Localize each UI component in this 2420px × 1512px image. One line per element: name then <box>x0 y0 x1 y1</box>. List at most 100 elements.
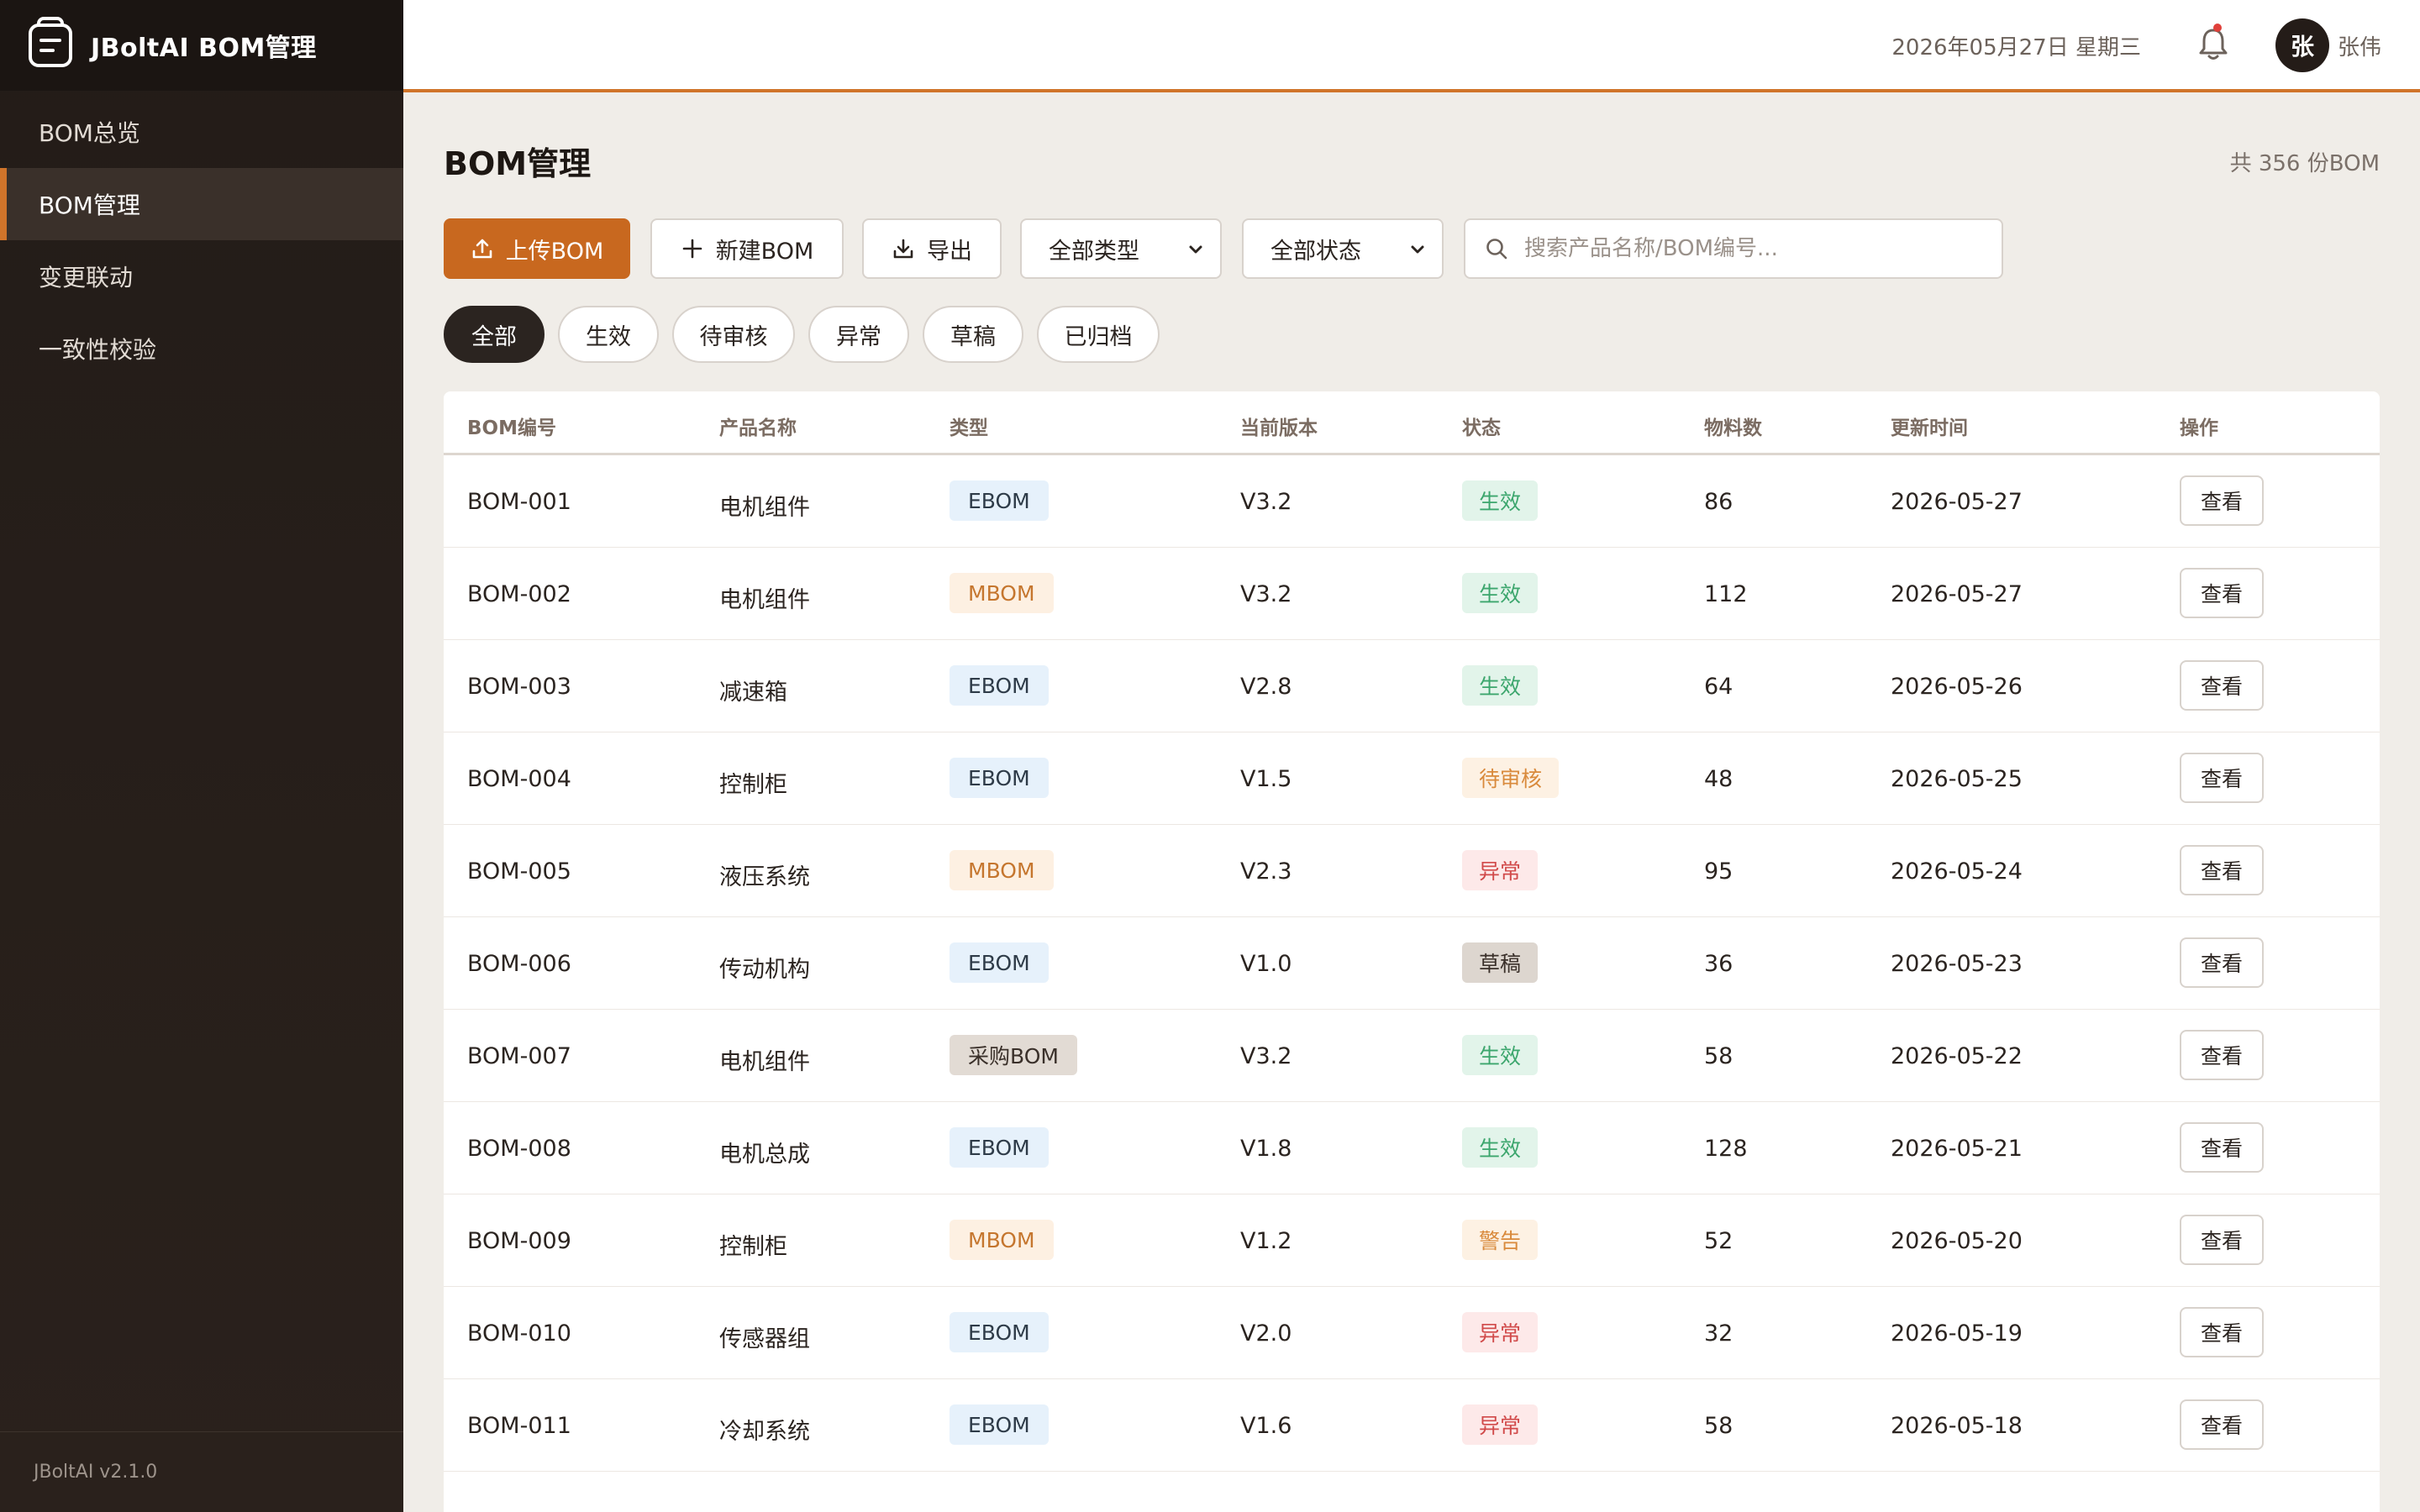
export-button[interactable]: 导出 <box>862 218 1002 279</box>
bell-icon[interactable] <box>2196 25 2230 62</box>
type-badge: EBOM <box>950 665 1049 706</box>
col-type: 类型 <box>950 417 988 439</box>
cell-product-name: 控制柜 <box>719 772 787 798</box>
cell-bom-id: BOM-011 <box>467 1413 571 1439</box>
export-label: 导出 <box>927 238 972 265</box>
cell-version: V1.0 <box>1240 951 1292 977</box>
search-icon <box>1486 239 1507 260</box>
bom-table: BOM编号 产品名称 类型 当前版本 状态 物料数 更新时间 操作 BOM-00… <box>444 391 2380 1512</box>
upload-bom-button[interactable]: 上传BOM <box>444 218 630 279</box>
view-button[interactable]: 查看 <box>2180 753 2264 803</box>
cell-bom-id: BOM-010 <box>467 1320 571 1347</box>
top-header: 2026年05月27日 星期三 张 张伟 <box>403 0 2420 92</box>
status-badge: 生效 <box>1462 1035 1539 1075</box>
col-status: 状态 <box>1462 417 1501 439</box>
cell-material-count: 58 <box>1704 1043 1733 1069</box>
type-badge: MBOM <box>950 1220 1054 1260</box>
status-badge: 警告 <box>1462 1220 1539 1260</box>
status-badge: 异常 <box>1462 850 1539 890</box>
search-box <box>1464 218 2003 279</box>
table-row: BOM-002 电机组件 MBOM V3.2 生效 112 2026-05-27 查看 <box>444 548 2380 640</box>
current-date: 2026年05月27日 星期三 <box>1891 35 2141 60</box>
view-button[interactable]: 查看 <box>2180 1399 2264 1450</box>
cell-version: V3.2 <box>1240 581 1292 607</box>
cell-material-count: 64 <box>1704 674 1733 700</box>
view-button[interactable]: 查看 <box>2180 1030 2264 1080</box>
filter-chip-active[interactable]: 生效 <box>558 306 659 363</box>
status-select[interactable]: 全部状态 <box>1242 218 1444 279</box>
status-select-value: 全部状态 <box>1270 238 1361 265</box>
status-badge: 生效 <box>1462 480 1539 521</box>
cell-material-count: 52 <box>1704 1228 1733 1254</box>
view-button[interactable]: 查看 <box>2180 475 2264 526</box>
view-button[interactable]: 查看 <box>2180 660 2264 711</box>
sidebar: JBoltAI BOM管理 BOM总览 BOM管理 变更联动 一致性校验 JBo… <box>0 0 403 1512</box>
notification-dot <box>2213 24 2222 32</box>
sidebar-item-consistency-check[interactable]: 一致性校验 <box>0 312 403 385</box>
cell-material-count: 95 <box>1704 858 1733 885</box>
filter-chip-pending[interactable]: 待审核 <box>672 306 795 363</box>
search-input[interactable] <box>1524 236 1995 261</box>
status-badge: 生效 <box>1462 665 1539 706</box>
cell-version: V1.6 <box>1240 1413 1292 1439</box>
cell-bom-id: BOM-009 <box>467 1228 571 1254</box>
view-button[interactable]: 查看 <box>2180 937 2264 988</box>
filter-chip-all[interactable]: 全部 <box>444 306 544 363</box>
table-row: BOM-008 电机总成 EBOM V1.8 生效 128 2026-05-21 查看 <box>444 1102 2380 1194</box>
cell-product-name: 冷却系统 <box>719 1419 810 1445</box>
cell-updated-time: 2026-05-24 <box>1891 858 2023 885</box>
cell-version: V2.0 <box>1240 1320 1292 1347</box>
view-button[interactable]: 查看 <box>2180 1215 2264 1265</box>
cell-product-name: 传动机构 <box>719 957 810 983</box>
cell-material-count: 128 <box>1704 1136 1748 1162</box>
brand-title: JBoltAI BOM管理 <box>91 34 317 63</box>
cell-product-name: 电机组件 <box>719 495 810 521</box>
chevron-down-icon <box>1189 245 1202 254</box>
cell-product-name: 电机组件 <box>719 1049 810 1075</box>
page-title: BOM管理 <box>444 145 592 182</box>
type-badge: 采购BOM <box>950 1035 1077 1075</box>
filter-chip-error[interactable]: 异常 <box>808 306 909 363</box>
plus-icon <box>682 239 702 259</box>
filter-chip-draft[interactable]: 草稿 <box>923 306 1023 363</box>
type-select[interactable]: 全部类型 <box>1020 218 1222 279</box>
sidebar-item-change-linkage[interactable]: 变更联动 <box>0 240 403 312</box>
table-row: BOM-001 电机组件 EBOM V3.2 生效 86 2026-05-27 查看 <box>444 455 2380 548</box>
upload-bom-label: 上传BOM <box>505 238 604 265</box>
brand: JBoltAI BOM管理 <box>0 0 403 91</box>
table-row: BOM-003 减速箱 EBOM V2.8 生效 64 2026-05-26 查看 <box>444 640 2380 732</box>
cell-material-count: 86 <box>1704 489 1733 515</box>
cell-version: V3.2 <box>1240 489 1292 515</box>
view-button[interactable]: 查看 <box>2180 1307 2264 1357</box>
inbox-icon <box>29 17 72 67</box>
cell-bom-id: BOM-001 <box>467 489 571 515</box>
cell-version: V2.8 <box>1240 674 1292 700</box>
download-icon <box>893 239 913 259</box>
type-select-value: 全部类型 <box>1049 238 1139 265</box>
type-badge: MBOM <box>950 573 1054 613</box>
view-button[interactable]: 查看 <box>2180 568 2264 618</box>
cell-bom-id: BOM-003 <box>467 674 571 700</box>
new-bom-button[interactable]: 新建BOM <box>650 218 844 279</box>
sidebar-item-bom-management[interactable]: BOM管理 <box>0 168 403 240</box>
view-button[interactable]: 查看 <box>2180 845 2264 895</box>
status-badge: 生效 <box>1462 1127 1539 1168</box>
new-bom-label: 新建BOM <box>715 238 814 265</box>
avatar[interactable]: 张 <box>2275 18 2329 72</box>
col-bom-id: BOM编号 <box>467 417 556 439</box>
cell-updated-time: 2026-05-23 <box>1891 951 2023 977</box>
sidebar-item-bom-overview[interactable]: BOM总览 <box>0 96 403 168</box>
cell-updated-time: 2026-05-22 <box>1891 1043 2023 1069</box>
cell-version: V1.5 <box>1240 766 1292 792</box>
table-body: BOM-001 电机组件 EBOM V3.2 生效 86 2026-05-27 查看 BOM-0… <box>444 455 2380 1472</box>
cell-version: V2.3 <box>1240 858 1292 885</box>
total-count: 共 356 份BOM <box>2229 151 2380 176</box>
col-product-name: 产品名称 <box>719 417 797 439</box>
view-button[interactable]: 查看 <box>2180 1122 2264 1173</box>
table-row: BOM-006 传动机构 EBOM V1.0 草稿 36 2026-05-23 查看 <box>444 917 2380 1010</box>
user-name[interactable]: 张伟 <box>2338 30 2381 61</box>
filter-chip-archived[interactable]: 已归档 <box>1037 306 1160 363</box>
table-row: BOM-005 液压系统 MBOM V2.3 异常 95 2026-05-24 查看 <box>444 825 2380 917</box>
cell-version: V1.2 <box>1240 1228 1292 1254</box>
cell-product-name: 控制柜 <box>719 1234 787 1260</box>
